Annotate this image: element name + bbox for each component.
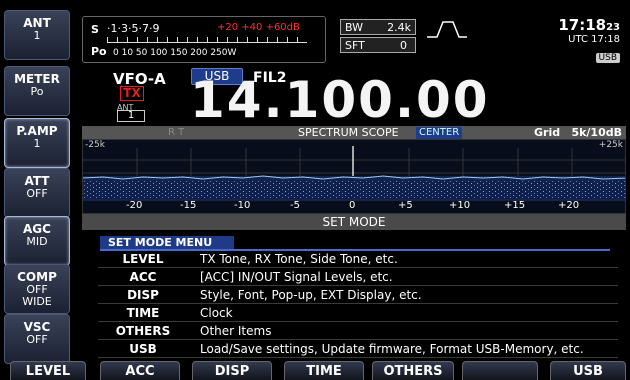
softkey-disp[interactable]: DISP bbox=[192, 361, 272, 380]
clock-utc: UTC 17:18 bbox=[568, 34, 620, 45]
softkey-others[interactable]: OTHERS bbox=[372, 361, 454, 380]
s-meter-over-scale: +20 +40 +60dB bbox=[217, 22, 300, 33]
spectrum-scale: -20 -15 -10 -5 0 +5 +10 +15 +20 bbox=[82, 200, 626, 214]
att-label: ATT bbox=[24, 174, 50, 188]
ant-indicator: 1 bbox=[117, 110, 145, 122]
s-meter-label: S bbox=[91, 23, 99, 36]
menu-item-key: DISP bbox=[127, 288, 159, 302]
bw-label: BW bbox=[345, 21, 364, 34]
set-mode-title: SET MODE bbox=[82, 214, 626, 230]
spectrum-header: R T SPECTRUM SCOPE CENTER Grid 5k/10dB bbox=[82, 126, 626, 140]
pamp-button[interactable]: P.AMP 1 bbox=[4, 118, 70, 168]
menu-item-time[interactable]: TIME Clock bbox=[98, 304, 618, 322]
tx-indicator: TX bbox=[120, 86, 144, 101]
vsc-label: VSC bbox=[23, 320, 51, 334]
agc-value: MID bbox=[26, 235, 48, 248]
center-mode-badge[interactable]: CENTER bbox=[416, 127, 463, 139]
span-label: 5k/10dB bbox=[571, 126, 622, 139]
meter-label: METER bbox=[14, 72, 60, 86]
rt-label: R T bbox=[168, 127, 185, 138]
sft-label: SFT bbox=[345, 39, 365, 52]
agc-label: AGC bbox=[23, 222, 51, 236]
menu-item-usb[interactable]: USB Load/Save settings, Update firmware, … bbox=[98, 340, 618, 358]
ant-label: ANT bbox=[23, 16, 51, 30]
sft-value: 0 bbox=[400, 39, 407, 52]
menu-item-acc[interactable]: ACC [ACC] IN/OUT Signal Levels, etc. bbox=[98, 268, 618, 286]
grid-label: Grid bbox=[534, 126, 561, 139]
softkey-time[interactable]: TIME bbox=[284, 361, 364, 380]
clock-seconds: 23 bbox=[606, 22, 620, 33]
sft-display[interactable]: SFT 0 bbox=[340, 37, 416, 53]
comp-button[interactable]: COMP OFF WIDE bbox=[4, 264, 70, 314]
menu-item-key: OTHERS bbox=[115, 324, 171, 338]
menu-item-desc: Other Items bbox=[200, 324, 272, 338]
menu-item-desc: Clock bbox=[200, 306, 233, 320]
ant-value: 1 bbox=[33, 29, 41, 42]
spectrum-title: SPECTRUM SCOPE bbox=[298, 126, 399, 139]
meter-value: Po bbox=[30, 85, 44, 98]
menu-item-desc: [ACC] IN/OUT Signal Levels, etc. bbox=[200, 270, 393, 284]
menu-item-key: ACC bbox=[129, 270, 157, 284]
agc-button[interactable]: AGC MID bbox=[4, 216, 70, 266]
clock: 17:1823 UTC 17:18 USB bbox=[558, 16, 620, 64]
att-button[interactable]: ATT OFF bbox=[4, 168, 70, 218]
bw-display[interactable]: BW 2.4k bbox=[340, 19, 416, 35]
filter-shape-icon bbox=[427, 21, 467, 38]
softkey-usb[interactable]: USB bbox=[550, 361, 626, 380]
pamp-value: 1 bbox=[33, 137, 41, 150]
scale-tick: +20 bbox=[558, 200, 580, 211]
po-meter-label: Po bbox=[91, 45, 107, 58]
usb-memory-badge: USB bbox=[595, 53, 620, 63]
clock-time: 17:18 bbox=[558, 16, 607, 34]
scale-tick: +15 bbox=[504, 200, 526, 211]
softkey-level[interactable]: LEVEL bbox=[10, 361, 86, 380]
scale-tick: +5 bbox=[398, 200, 413, 211]
scale-tick: -15 bbox=[180, 200, 197, 211]
menu-item-key: USB bbox=[129, 342, 157, 356]
menu-item-key: TIME bbox=[126, 306, 160, 320]
menu-item-desc: Load/Save settings, Update firmware, For… bbox=[200, 342, 584, 356]
softkey-acc[interactable]: ACC bbox=[100, 361, 180, 380]
ant-button[interactable]: ANT 1 bbox=[4, 10, 70, 60]
scale-tick: -5 bbox=[290, 200, 300, 211]
vsc-button[interactable]: VSC OFF bbox=[4, 314, 70, 364]
frequency-readout[interactable]: 14.100.00 bbox=[190, 74, 490, 126]
softkey-blank[interactable] bbox=[462, 361, 538, 380]
att-value: OFF bbox=[26, 187, 48, 200]
menu-item-others[interactable]: OTHERS Other Items bbox=[98, 322, 618, 340]
s-meter-scale: ·1·3·5·7·9 bbox=[107, 22, 160, 35]
scale-tick: +10 bbox=[449, 200, 471, 211]
pamp-label: P.AMP bbox=[16, 124, 58, 138]
po-meter-scale: 0 10 50 100 150 200 250W bbox=[113, 48, 237, 58]
menu-item-desc: Style, Font, Pop-up, EXT Display, etc. bbox=[200, 288, 422, 302]
menu-item-level[interactable]: LEVEL TX Tone, RX Tone, Side Tone, etc. bbox=[98, 250, 618, 268]
meter-bar bbox=[107, 37, 307, 43]
menu-item-disp[interactable]: DISP Style, Font, Pop-up, EXT Display, et… bbox=[98, 286, 618, 304]
set-mode-menu-tab: SET MODE MENU bbox=[100, 236, 234, 250]
comp-width: WIDE bbox=[22, 295, 52, 308]
scale-tick: 0 bbox=[349, 200, 356, 211]
meter-button[interactable]: METER Po bbox=[4, 66, 70, 116]
menu-item-desc: TX Tone, RX Tone, Side Tone, etc. bbox=[200, 252, 398, 266]
comp-label: COMP bbox=[17, 270, 57, 284]
s-po-meter: S ·1·3·5·7·9 +20 +40 +60dB Po 0 10 50 10… bbox=[82, 16, 326, 63]
scale-tick: -20 bbox=[126, 200, 143, 211]
menu-item-key: LEVEL bbox=[122, 252, 164, 266]
bw-value: 2.4k bbox=[387, 21, 411, 34]
vsc-value: OFF bbox=[26, 333, 48, 346]
scale-tick: -10 bbox=[234, 200, 251, 211]
